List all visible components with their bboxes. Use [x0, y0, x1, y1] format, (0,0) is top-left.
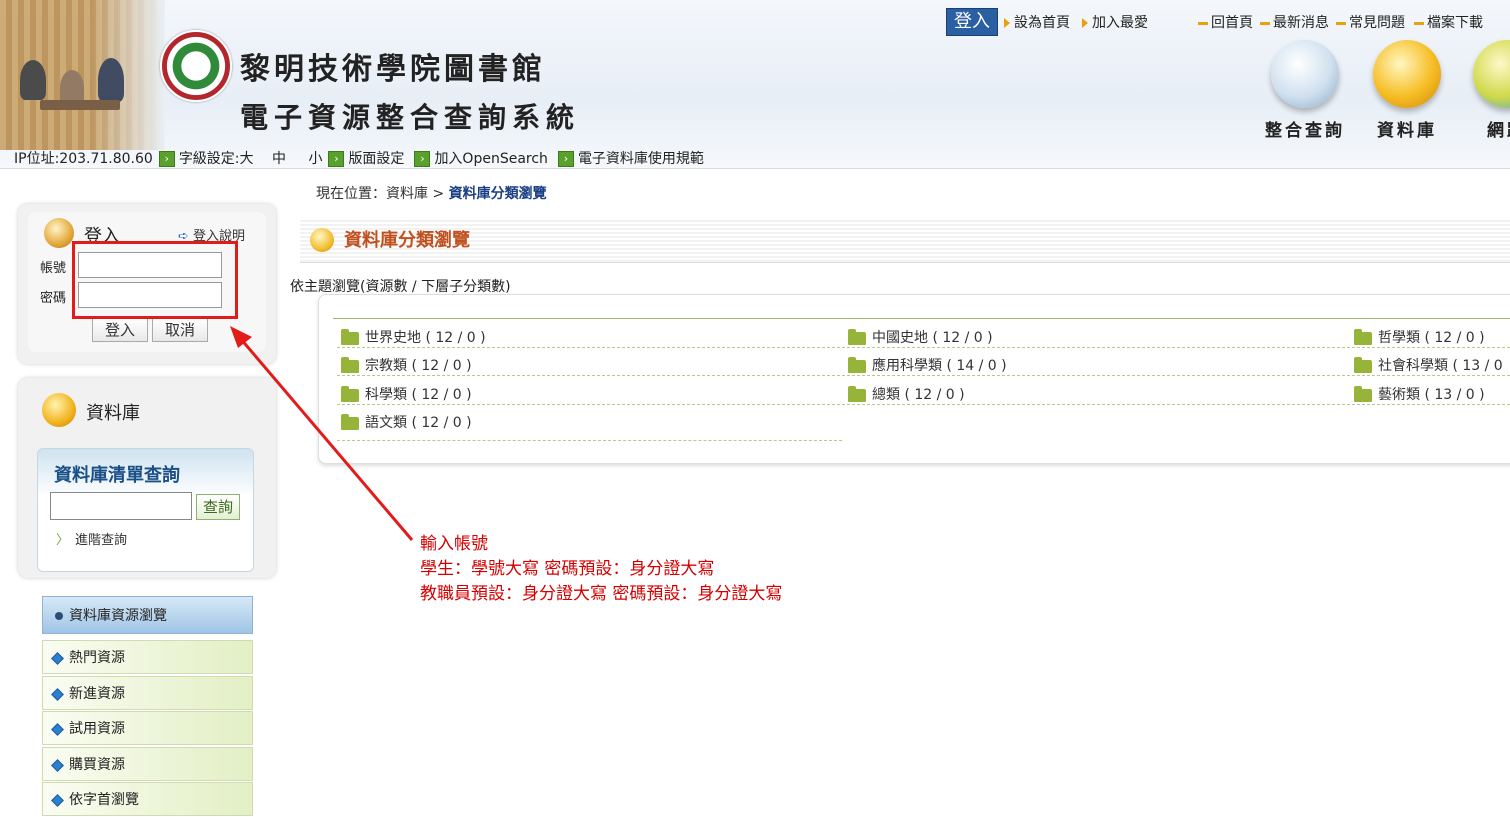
annotation-arrow — [230, 326, 414, 541]
annotation-line-3: 教職員預設：身分證大寫 密碼預設：身分證大寫 — [420, 584, 783, 604]
annotation-note: 輸入帳號 學生：學號大寫 密碼預設：身分證大寫 教職員預設：身分證大寫 密碼預設… — [420, 532, 782, 607]
annotation-line-2: 學生：學號大寫 密碼預設：身分證大寫 — [420, 559, 715, 579]
annotation-line-1: 輸入帳號 — [420, 534, 488, 554]
